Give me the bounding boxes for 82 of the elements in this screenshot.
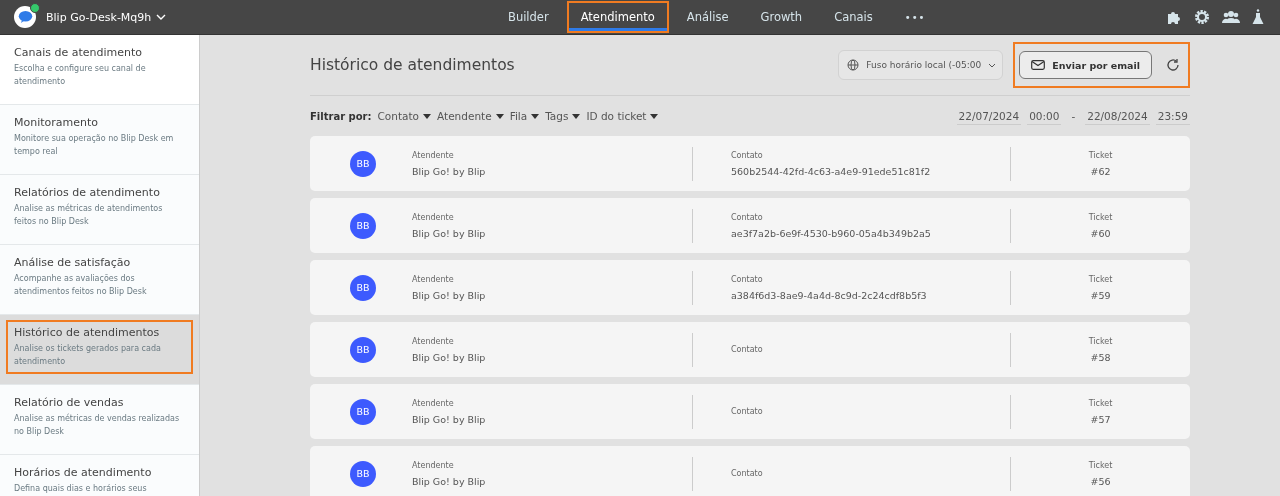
column-label: Ticket	[1088, 150, 1113, 160]
nav-tab[interactable]: Atendimento	[566, 1, 669, 33]
filter-dropdown[interactable]: Fila	[509, 110, 540, 122]
filter-dropdown[interactable]: Atendente	[437, 110, 504, 122]
agent-name: Blip Go! by Blip	[412, 227, 487, 239]
avatar: BB	[350, 150, 376, 177]
nav-tab[interactable]: Canais	[820, 1, 887, 33]
send-email-button[interactable]: Enviar por email	[1019, 51, 1152, 79]
nav-tab[interactable]: Growth	[746, 1, 817, 33]
page-title: Histórico de atendimentos	[310, 56, 515, 74]
column-label: Contato	[731, 212, 764, 222]
contact-id: a384f6d3-8ae9-4a4d-8c9d-2c24cdf8b5f3	[731, 289, 928, 301]
agent-name: Blip Go! by Blip	[412, 165, 487, 177]
column-label: Atendente	[412, 212, 455, 222]
column-label: Atendente	[412, 398, 455, 408]
column-label: Contato	[731, 345, 764, 354]
contact-id: ae3f7a2b-6e9f-4530-b960-05a4b349b2a5	[731, 227, 932, 239]
ticket-number: #62	[1090, 165, 1111, 177]
start-time-field[interactable]: 00:00	[1027, 107, 1062, 125]
agent-name: Blip Go! by Blip	[412, 289, 487, 301]
end-date-field[interactable]: 22/08/2024	[1085, 107, 1150, 125]
timezone-dropdown[interactable]: Fuso horário local (-05:00	[838, 50, 1004, 80]
ticket-card[interactable]: BB Atendente Blip Go! by Blip Contato Ticket #57	[310, 384, 1190, 439]
avatar: BB	[350, 460, 376, 487]
end-time-field[interactable]: 23:59	[1155, 107, 1190, 125]
agent-name: Blip Go! by Blip	[412, 413, 487, 425]
item-description: Defina quais dias e horários seus	[14, 483, 148, 495]
nav-tab[interactable]: Builder	[494, 1, 563, 33]
item-title: Histórico de atendimentos	[14, 326, 161, 339]
nav-tab[interactable]: Análise	[672, 1, 743, 33]
ticket-card[interactable]: BB Atendente Blip Go! by Blip Contato Ticket #56	[310, 446, 1190, 496]
column-label: Contato	[731, 274, 764, 284]
item-title: Relatórios de atendimento	[14, 186, 161, 199]
ticket-number: #60	[1090, 227, 1111, 239]
ticket-card[interactable]: BB Atendente Blip Go! by Blip Contato ae3f7a2b-6e9f-4530-b960-05a4b349b2a5 Ticket #60	[310, 198, 1190, 253]
ticket-number: #57	[1090, 413, 1111, 425]
item-description: Acompanhe as avaliações dos atendimentos feitos no Blip Desk	[14, 273, 148, 298]
contact-id: 560b2544-42fd-4c63-a4e9-91ede51c81f2	[731, 165, 932, 177]
item-description: Escolha e configure seu canal de atendimento	[14, 63, 147, 88]
ticket-number: #59	[1090, 289, 1111, 301]
workspace-dropdown[interactable]: Blip Go-Desk-Mq9h	[44, 10, 169, 24]
sidebar-item[interactable]: Canais de atendimento Escolha e configure seu canal de atendimento	[0, 35, 199, 105]
item-description: Analise as métricas de vendas realizadas no Blip Desk	[14, 412, 181, 438]
ticket-card[interactable]: BB Atendente Blip Go! by Blip Contato Ticket #58	[310, 322, 1190, 377]
avatar: BB	[350, 398, 376, 425]
column-label: Contato	[731, 469, 764, 478]
item-description: Analise os tickets gerados para cada atendimento	[14, 343, 162, 368]
ticket-card[interactable]: BB Atendente Blip Go! by Blip Contato 560b2544-42fd-4c63-a4e9-91ede51c81f2 Ticket #62	[310, 136, 1190, 191]
column-label: Ticket	[1088, 274, 1113, 284]
avatar: BB	[350, 274, 376, 301]
ticket-card[interactable]: BB Atendente Blip Go! by Blip Contato a384f6d3-8ae9-4a4d-8c9d-2c24cdf8b5f3 Ticket #59	[310, 260, 1190, 315]
filter-dropdown[interactable]: Contato	[377, 110, 432, 122]
item-description: Analise as métricas de atendimentos feitos no Blip Desk	[14, 202, 164, 228]
column-label: Atendente	[412, 460, 455, 470]
item-title: Monitoramento	[14, 116, 100, 129]
ticket-number: #58	[1090, 351, 1111, 363]
item-title: Análise de satisfação	[14, 256, 132, 269]
column-label: Ticket	[1088, 460, 1113, 470]
avatar: BB	[350, 212, 376, 239]
date-separator: -	[1070, 110, 1077, 122]
avatar: BB	[350, 336, 376, 363]
column-label: Atendente	[412, 274, 455, 284]
sidebar-item[interactable]: Histórico de atendimentos Analise os tickets gerados para cada atendimento	[0, 315, 199, 385]
column-label: Ticket	[1088, 398, 1113, 408]
item-title: Relatório de vendas	[14, 396, 125, 409]
item-title: Canais de atendimento	[14, 46, 143, 59]
column-label: Atendente	[412, 336, 455, 346]
column-label: Contato	[731, 407, 764, 416]
column-label: Atendente	[412, 150, 455, 160]
column-label: Ticket	[1088, 212, 1113, 222]
filter-label: Filtrar por:	[310, 110, 372, 122]
item-description: Monitore sua operação no Blip Desk em tempo real	[14, 133, 175, 158]
agent-name: Blip Go! by Blip	[412, 475, 487, 487]
agent-name: Blip Go! by Blip	[412, 351, 487, 363]
column-label: Ticket	[1088, 336, 1113, 346]
ticket-number: #56	[1090, 475, 1111, 487]
filter-dropdown[interactable]: Tags	[545, 110, 581, 122]
item-title: Horários de atendimento	[14, 466, 153, 479]
more-button[interactable]: •••	[890, 1, 940, 33]
filter-dropdown[interactable]: ID do ticket	[586, 110, 659, 122]
start-date-field[interactable]: 22/07/2024	[956, 107, 1022, 125]
column-label: Contato	[731, 150, 764, 160]
